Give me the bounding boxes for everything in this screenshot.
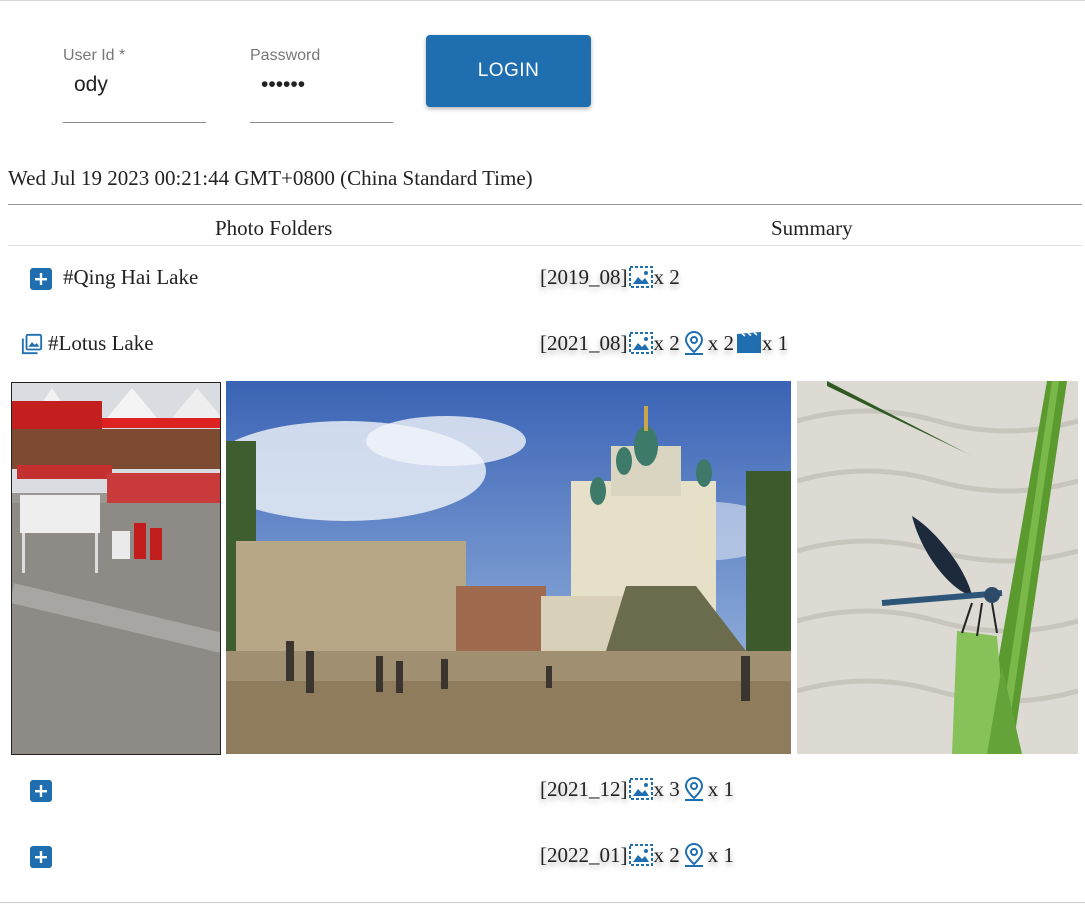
summary-photo-count: x 2: [653, 330, 680, 355]
summary-date: [2022_01]: [540, 842, 628, 867]
row-summary: [2021_08] x 2 x 2 x 1: [540, 330, 788, 356]
expand-plus-icon[interactable]: [30, 780, 52, 802]
location-pin-icon: [684, 842, 703, 867]
current-datetime: Wed Jul 19 2023 00:21:44 GMT+0800 (China…: [8, 166, 533, 190]
summary-photo-count: x 2: [653, 842, 680, 867]
folder-name[interactable]: #Lotus Lake: [48, 331, 154, 356]
folder-name[interactable]: #Qing Hai Lake: [63, 265, 198, 290]
column-header-photo-folders: Photo Folders: [215, 216, 333, 240]
summary-place-count: x 1: [707, 776, 734, 801]
row-summary: [2019_08] x 2: [540, 264, 680, 290]
password-label: Password: [250, 47, 321, 64]
top-divider: [0, 0, 1085, 1]
location-pin-icon: [684, 776, 703, 801]
table-header-top-divider: [8, 204, 1082, 205]
photo-thumbnail-dragonfly[interactable]: [797, 381, 1078, 754]
summary-date: [2021_12]: [540, 776, 628, 801]
table-header-bottom-divider: [8, 245, 1082, 246]
summary-place-count: x 1: [707, 842, 734, 867]
summary-place-count: x 2: [707, 330, 734, 355]
expand-plus-icon[interactable]: [30, 268, 52, 290]
photo-thumbnail-market[interactable]: [11, 382, 221, 755]
row-summary: [2022_01] x 2 x 1: [540, 842, 734, 868]
photo-thumbnail-church[interactable]: [226, 381, 791, 754]
password-field[interactable]: Password ••••••: [250, 47, 393, 123]
login-button[interactable]: LOGIN: [426, 35, 591, 107]
summary-date: [2021_08]: [540, 330, 628, 355]
bottom-divider: [0, 902, 1085, 903]
photo-icon: [628, 266, 653, 288]
user-id-underline: [63, 122, 206, 123]
photo-icon: [628, 332, 653, 354]
column-header-summary: Summary: [771, 216, 853, 240]
photo-icon: [628, 844, 653, 866]
password-underline: [250, 122, 393, 123]
user-id-input[interactable]: ody: [74, 73, 108, 97]
password-input[interactable]: ••••••: [261, 73, 305, 97]
summary-video-count: x 1: [762, 330, 789, 355]
photo-icon: [628, 778, 653, 800]
video-clapper-icon: [737, 332, 761, 353]
row-summary: [2021_12] x 3 x 1: [540, 776, 734, 802]
summary-photo-count: x 3: [653, 776, 680, 801]
user-id-field[interactable]: User Id * ody: [63, 47, 206, 123]
user-id-label: User Id *: [63, 47, 126, 64]
location-pin-icon: [684, 330, 703, 355]
summary-date: [2019_08]: [540, 264, 628, 289]
photo-library-icon[interactable]: [21, 333, 43, 355]
summary-photo-count: x 2: [653, 264, 680, 289]
expand-plus-icon[interactable]: [30, 846, 52, 868]
